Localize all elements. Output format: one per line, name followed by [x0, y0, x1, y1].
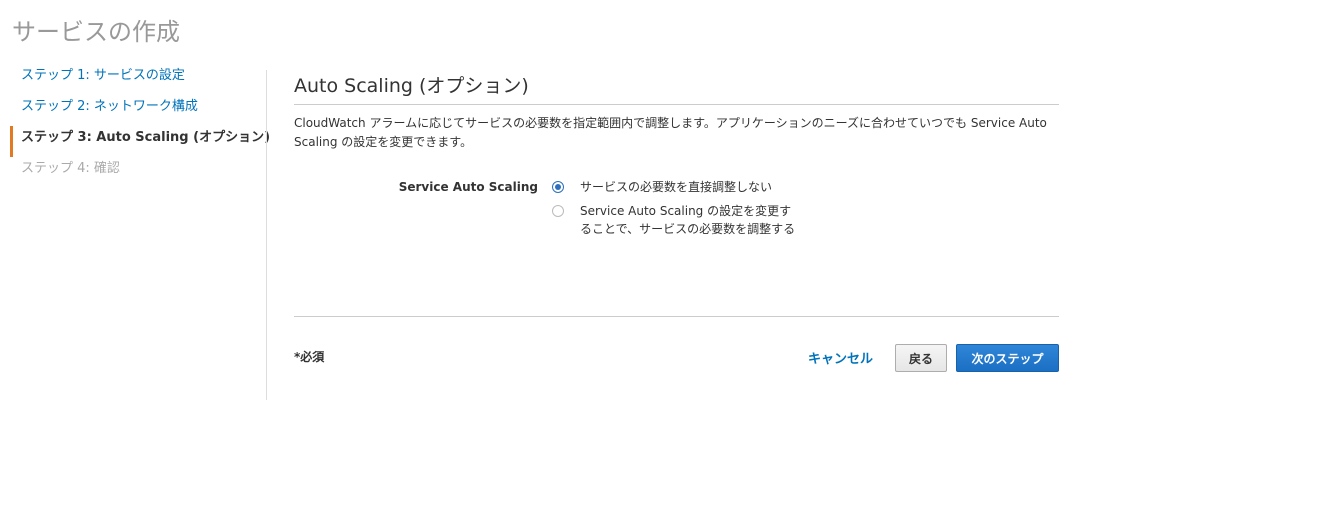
- back-button[interactable]: 戻る: [895, 344, 947, 372]
- page-title: サービスの作成: [12, 18, 180, 46]
- radio-option-configure-scaling[interactable]: Service Auto Scaling の設定を変更することで、サービスの必要…: [552, 202, 802, 238]
- main-content: Auto Scaling (オプション) CloudWatch アラームに応じて…: [294, 68, 1059, 236]
- footer-divider: [294, 316, 1059, 317]
- radio-button-configure-scaling[interactable]: [552, 205, 564, 217]
- nav-divider: [266, 70, 267, 400]
- wizard-step-4: ステップ 4: 確認: [21, 161, 120, 176]
- wizard-steps-nav: ステップ 1: サービスの設定 ステップ 2: ネットワーク構成 ステップ 3:…: [10, 64, 270, 188]
- radio-option-no-adjust[interactable]: サービスの必要数を直接調整しない: [552, 178, 802, 196]
- next-step-button[interactable]: 次のステップ: [956, 344, 1059, 372]
- radio-button-no-adjust[interactable]: [552, 181, 564, 193]
- radio-label-no-adjust[interactable]: サービスの必要数を直接調整しない: [580, 178, 802, 196]
- cancel-link[interactable]: キャンセル: [808, 348, 873, 367]
- wizard-step-3-current: ステップ 3: Auto Scaling (オプション): [10, 126, 270, 157]
- service-auto-scaling-label: Service Auto Scaling: [398, 180, 538, 194]
- service-auto-scaling-radio-group: サービスの必要数を直接調整しない Service Auto Scaling の設…: [552, 178, 802, 244]
- radio-label-configure-scaling[interactable]: Service Auto Scaling の設定を変更することで、サービスの必要…: [580, 202, 802, 238]
- wizard-step-1[interactable]: ステップ 1: サービスの設定: [10, 64, 258, 95]
- section-description: CloudWatch アラームに応じてサービスの必要数を指定範囲内で調整します。…: [294, 116, 1047, 149]
- required-note: *必須: [294, 350, 325, 364]
- wizard-step-2[interactable]: ステップ 2: ネットワーク構成: [10, 95, 258, 126]
- section-title: Auto Scaling (オプション): [294, 68, 1059, 105]
